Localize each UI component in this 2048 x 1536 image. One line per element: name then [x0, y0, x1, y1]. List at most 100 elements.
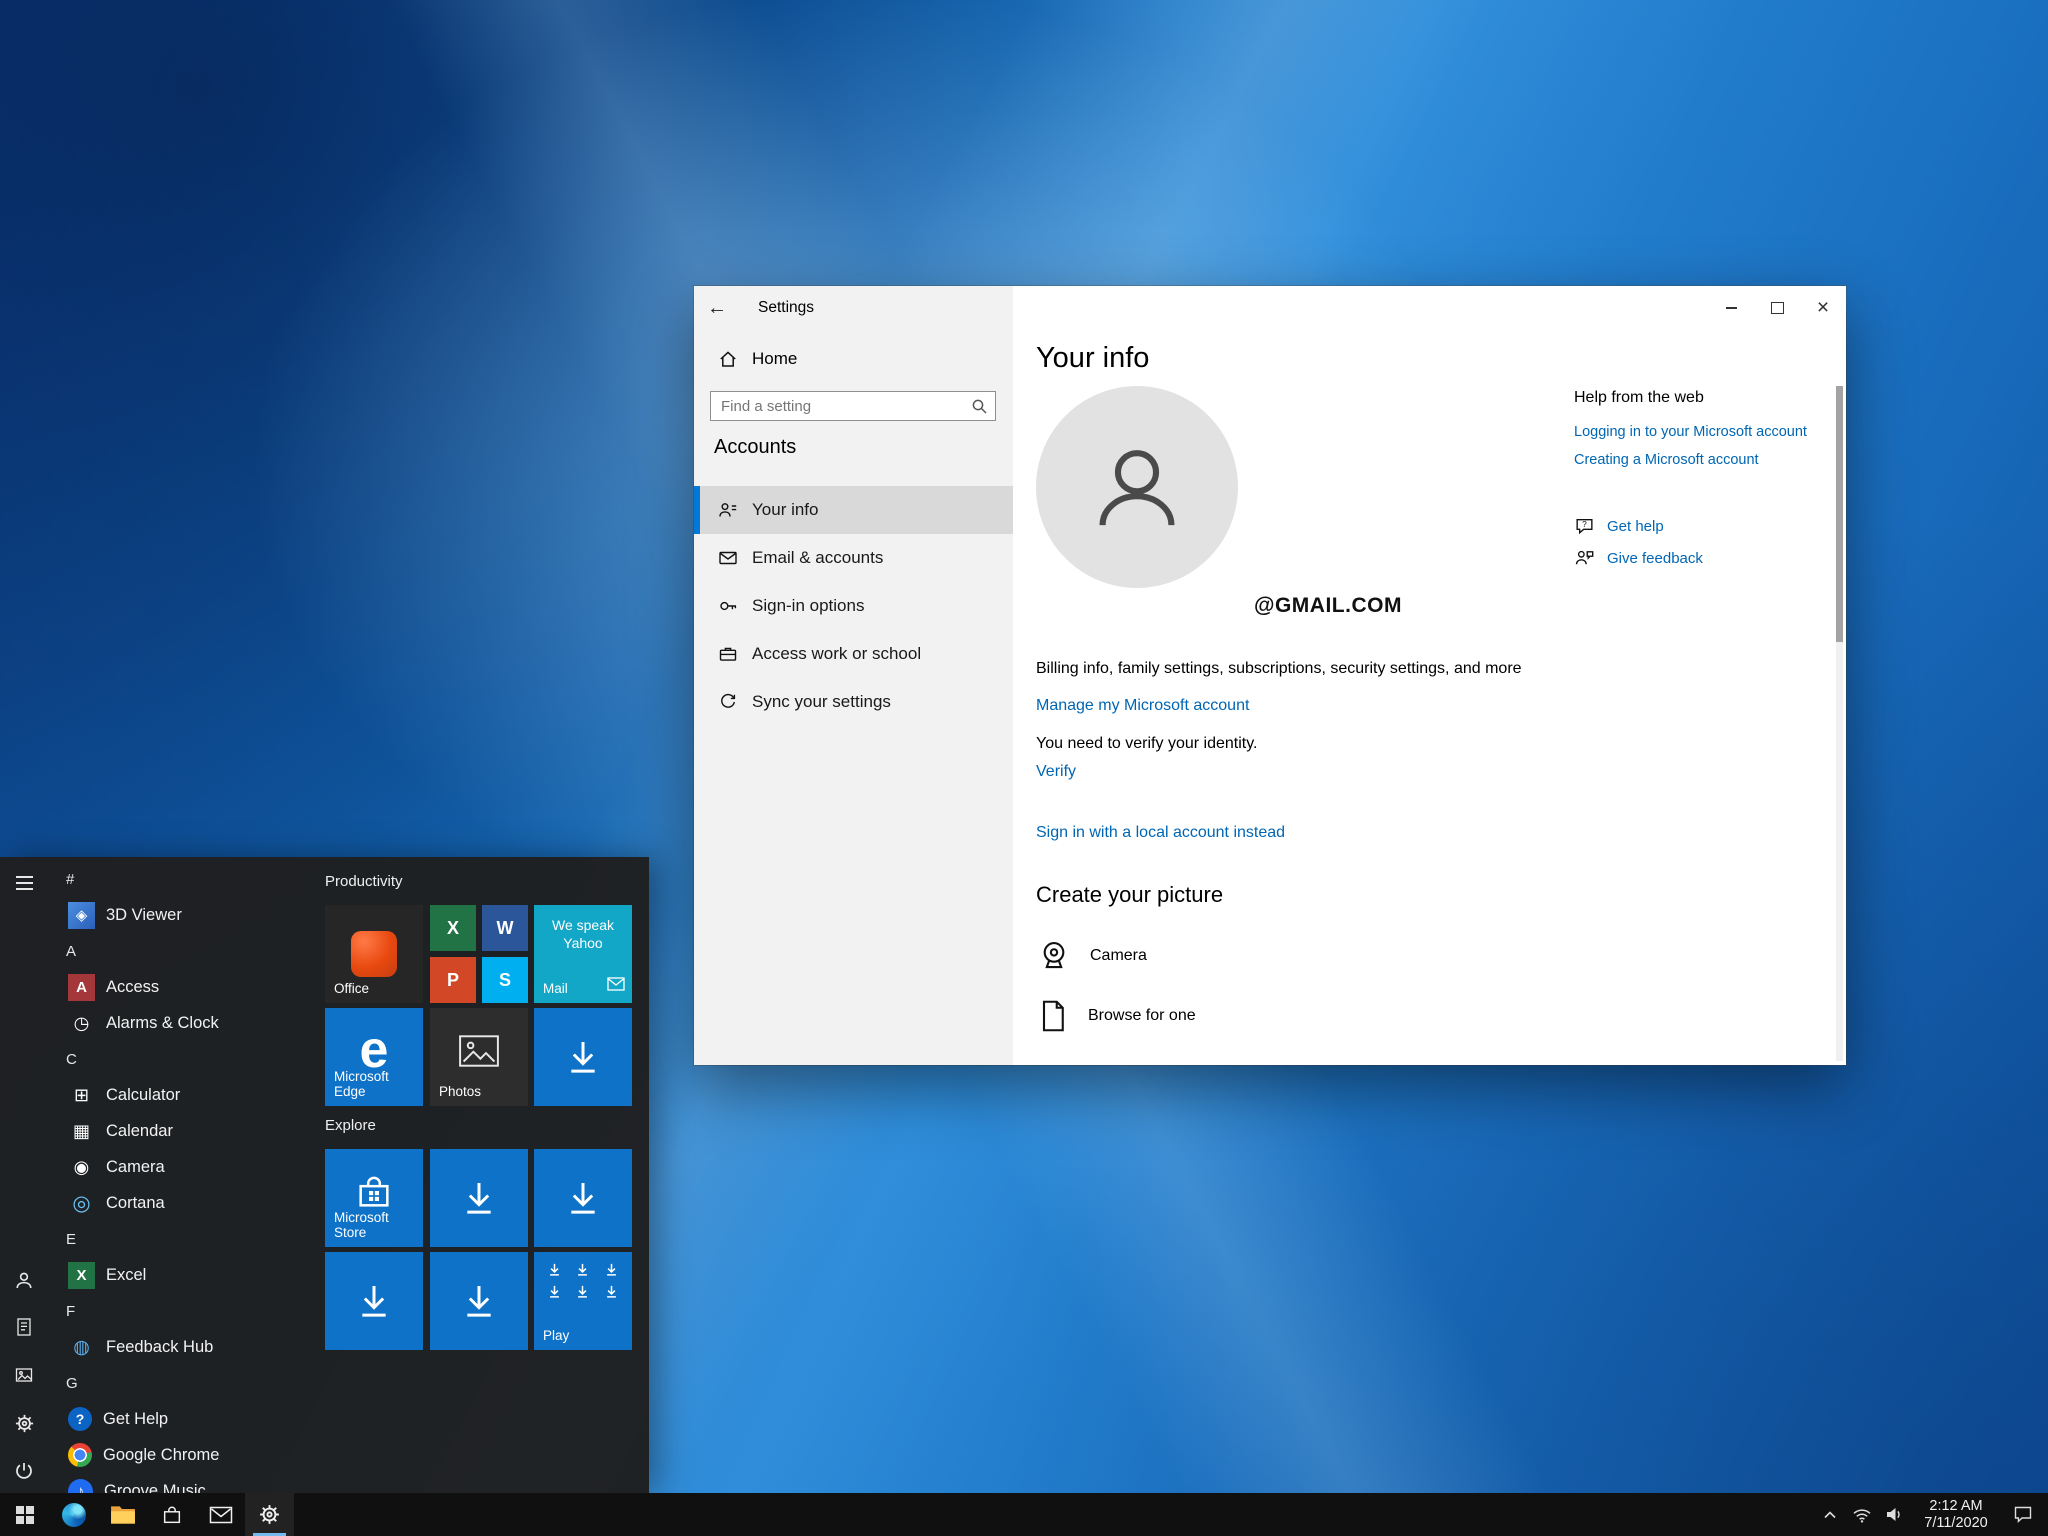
excel-tile-icon[interactable]: X [430, 905, 476, 951]
give-feedback-label: Give feedback [1607, 549, 1703, 567]
app-list-item-calculator[interactable]: ⊞ Calculator [64, 1077, 324, 1113]
tile-mail[interactable]: We speak Yahoo Mail [534, 905, 632, 1003]
taskbar-file-explorer-button[interactable] [98, 1493, 147, 1536]
sidebar-item-email-accounts[interactable]: Email & accounts [694, 534, 1013, 582]
billing-info-text: Billing info, family settings, subscript… [1036, 660, 1522, 677]
maximize-button[interactable] [1754, 286, 1800, 330]
tile-download-placeholder-3[interactable] [534, 1149, 632, 1247]
help-heading: Help from the web [1574, 389, 1704, 406]
taskbar-edge-button[interactable] [49, 1493, 98, 1536]
app-list-item-excel[interactable]: X Excel [64, 1257, 324, 1293]
sidebar-item-home[interactable]: Home [694, 339, 1013, 379]
verify-identity-text: You need to verify your identity. [1036, 735, 1258, 752]
documents-button[interactable] [0, 1303, 48, 1351]
app-list-header-hash[interactable]: # [64, 861, 324, 897]
give-feedback-icon [1575, 550, 1594, 564]
tile-download-placeholder-1[interactable] [534, 1008, 632, 1106]
app-list-header-c[interactable]: C [64, 1041, 324, 1077]
sidebar-items: Your info Email & accounts Sign-in optio… [694, 486, 1013, 726]
app-list-item-calendar[interactable]: ▦ Calendar [64, 1113, 324, 1149]
app-list-header-e[interactable]: E [64, 1221, 324, 1257]
browse-label: Browse for one [1088, 1007, 1196, 1024]
help-link-creating-account[interactable]: Creating a Microsoft account [1574, 452, 1759, 468]
user-account-button[interactable] [0, 1256, 48, 1304]
search-input[interactable] [711, 392, 995, 420]
search-icon [972, 399, 987, 414]
sidebar-item-your-info[interactable]: Your info [694, 486, 1013, 534]
local-account-link[interactable]: Sign in with a local account instead [1036, 824, 1285, 842]
minimize-icon [1725, 307, 1737, 309]
speaker-icon [1886, 1508, 1900, 1521]
tile-microsoft-store[interactable]: Microsoft Store [325, 1149, 423, 1247]
tile-office[interactable]: Office [325, 905, 423, 1003]
app-list-header-f[interactable]: F [64, 1293, 324, 1329]
tray-network-button[interactable] [1846, 1493, 1878, 1536]
action-center-button[interactable] [2002, 1493, 2044, 1536]
app-list-item-3d-viewer[interactable]: ◈ 3D Viewer [64, 897, 324, 933]
account-email: @GMAIL.COM [1254, 594, 1402, 617]
app-list-header-a[interactable]: A [64, 933, 324, 969]
taskbar-settings-button[interactable] [245, 1493, 294, 1536]
tile-microsoft-edge[interactable]: e Microsoft Edge [325, 1008, 423, 1106]
sidebar-item-sync-settings[interactable]: Sync your settings [694, 678, 1013, 726]
3d-viewer-icon: ◈ [68, 901, 95, 929]
edge-icon [61, 1502, 86, 1527]
system-tray: 2:12 AM 7/11/2020 [1814, 1493, 2048, 1536]
hamburger-icon [15, 876, 33, 878]
scrollbar-thumb[interactable] [1836, 386, 1843, 642]
tile-download-placeholder-2[interactable] [430, 1149, 528, 1247]
tray-volume-button[interactable] [1878, 1493, 1910, 1536]
app-list-item-google-chrome[interactable]: Google Chrome [64, 1437, 324, 1473]
minimize-button[interactable] [1708, 286, 1754, 330]
search-box [710, 391, 996, 421]
start-button[interactable] [0, 1493, 49, 1536]
app-list-header-g[interactable]: G [64, 1365, 324, 1401]
scrollbar[interactable] [1836, 386, 1843, 1061]
app-list-item-camera[interactable]: ◉ Camera [64, 1149, 324, 1185]
app-list-item-access[interactable]: A Access [64, 969, 324, 1005]
tile-office-app-group[interactable]: X W P S [430, 905, 528, 1003]
manage-account-link[interactable]: Manage my Microsoft account [1036, 697, 1249, 715]
taskbar-store-button[interactable] [147, 1493, 196, 1536]
gear-icon [15, 1414, 33, 1432]
tile-play[interactable]: Play [534, 1252, 632, 1350]
gear-icon [260, 1505, 279, 1524]
app-list-item-cortana[interactable]: ◎ Cortana [64, 1185, 324, 1221]
pictures-button[interactable] [0, 1351, 48, 1399]
word-tile-icon[interactable]: W [482, 905, 528, 951]
back-button[interactable]: ← [694, 286, 740, 330]
camera-label: Camera [1090, 947, 1147, 964]
help-link-logging-in[interactable]: Logging in to your Microsoft account [1574, 424, 1807, 440]
tray-chevron-up-button[interactable] [1814, 1493, 1846, 1536]
get-help-icon: ? [1576, 518, 1593, 534]
skype-tile-icon[interactable]: S [482, 957, 528, 1003]
app-list-item-alarms-clock[interactable]: ◷ Alarms & Clock [64, 1005, 324, 1041]
sidebar-item-access-work-school[interactable]: Access work or school [694, 630, 1013, 678]
app-list-item-groove-music[interactable]: ♪ Groove Music [64, 1473, 324, 1493]
powerpoint-tile-icon[interactable]: P [430, 957, 476, 1003]
office-icon [351, 931, 397, 977]
sidebar-item-sign-in-options[interactable]: Sign-in options [694, 582, 1013, 630]
tile-photos[interactable]: Photos [430, 1008, 528, 1106]
get-help-button[interactable]: ? Get help [1574, 513, 1664, 539]
tile-group-explore[interactable]: Explore [325, 1117, 376, 1134]
menu-expand-button[interactable] [0, 859, 48, 907]
app-list-item-feedback-hub[interactable]: ◍ Feedback Hub [64, 1329, 324, 1365]
tile-group-productivity[interactable]: Productivity [325, 873, 403, 890]
settings-button[interactable] [0, 1399, 48, 1447]
key-icon [720, 601, 737, 611]
taskbar-clock[interactable]: 2:12 AM 7/11/2020 [1910, 1493, 2002, 1536]
camera-app-icon: ◉ [73, 1156, 90, 1177]
verify-link[interactable]: Verify [1036, 763, 1076, 781]
close-button[interactable]: × [1800, 286, 1846, 330]
tile-download-placeholder-4[interactable] [325, 1252, 423, 1350]
chevron-up-icon [1824, 1510, 1836, 1518]
power-button[interactable] [0, 1447, 48, 1493]
download-arrow-icon [571, 1183, 595, 1214]
app-list-item-get-help[interactable]: ? Get Help [64, 1401, 324, 1437]
taskbar-mail-button[interactable] [196, 1493, 245, 1536]
tile-download-placeholder-5[interactable] [430, 1252, 528, 1350]
give-feedback-button[interactable]: Give feedback [1574, 545, 1703, 571]
camera-button[interactable]: Camera [1036, 932, 1147, 980]
browse-for-one-button[interactable]: Browse for one [1036, 992, 1196, 1040]
